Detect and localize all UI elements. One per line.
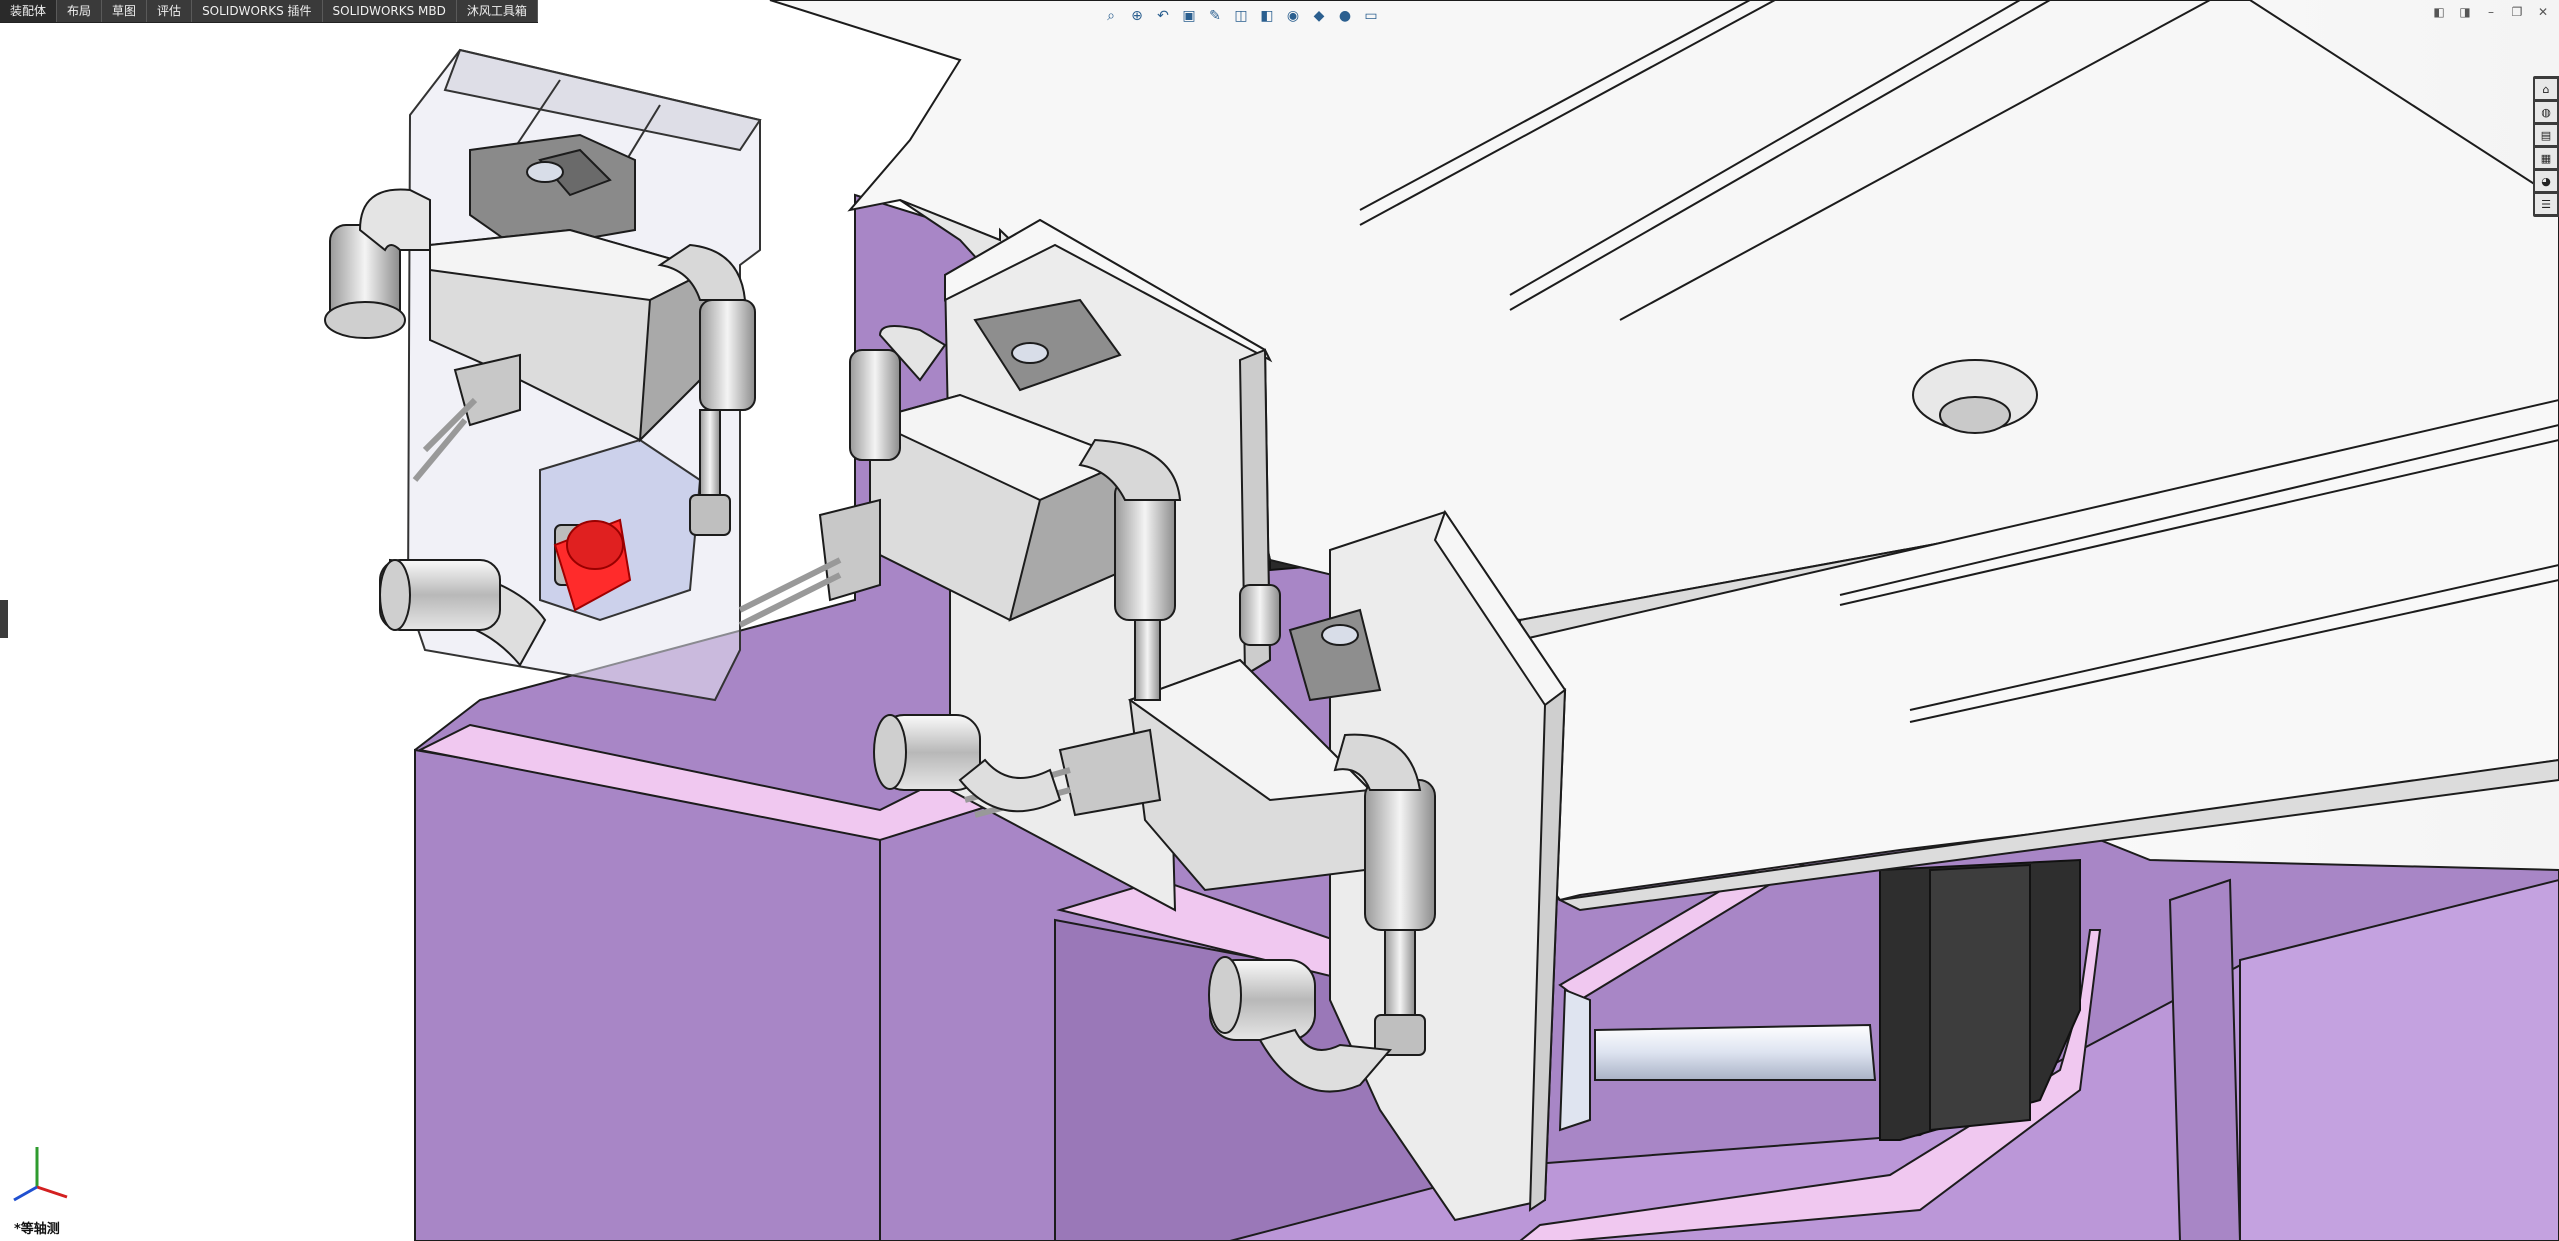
triad-axes [13,1147,68,1202]
custom-properties-icon[interactable]: ☰ [2535,194,2557,214]
restore-icon[interactable]: ❐ [2507,4,2527,20]
window-controls: ◧ ◨ – ❐ ✕ [2429,4,2553,20]
view-orientation-icon[interactable]: ◫ [1230,5,1252,27]
appearances-icon[interactable]: ◕ [2535,171,2557,191]
close-icon[interactable]: ✕ [2533,4,2553,20]
zoom-to-fit-icon[interactable]: ⌕ [1100,5,1122,27]
command-manager-tabs: 装配体 布局 草图 评估 SOLIDWORKS 插件 SOLIDWORKS MB… [0,0,538,23]
view-orientation-label: *等轴测 [14,1222,60,1237]
heads-up-view-toolbar: ⌕ ⊕ ↶ ▣ ✎ ◫ ◧ ◉ ◆ ● ▭ [1100,2,1382,30]
tile-left-icon[interactable]: ◧ [2429,4,2449,20]
tile-right-icon[interactable]: ◨ [2455,4,2475,20]
tab-assembly[interactable]: 装配体 [0,0,58,22]
tab-evaluate[interactable]: 评估 [147,0,193,22]
tab-mufeng-toolbox[interactable]: 沐风工具箱 [457,0,538,22]
edit-appearance-icon[interactable]: ◆ [1308,5,1330,27]
display-style-icon[interactable]: ◧ [1256,5,1278,27]
feature-manager-toggle[interactable] [0,600,8,638]
previous-view-icon[interactable]: ↶ [1152,5,1174,27]
task-pane-tabs: ⌂ ◍ ▤ ▦ ◕ ☰ [2533,76,2559,217]
dynamic-annotation-icon[interactable]: ✎ [1204,5,1226,27]
minimize-icon[interactable]: – [2481,4,2501,20]
apply-scene-icon[interactable]: ● [1334,5,1356,27]
view-palette-icon[interactable]: ▦ [2535,148,2557,168]
hide-show-icon[interactable]: ◉ [1282,5,1304,27]
resources-icon[interactable]: ◍ [2535,102,2557,122]
tab-solidworks-mbd[interactable]: SOLIDWORKS MBD [323,0,457,22]
graphics-viewport[interactable] [0,0,2559,1241]
tab-layout[interactable]: 布局 [57,0,103,22]
section-view-icon[interactable]: ▣ [1178,5,1200,27]
file-explorer-icon[interactable]: ▤ [2535,125,2557,145]
tab-solidworks-addins[interactable]: SOLIDWORKS 插件 [192,0,323,22]
view-settings-icon[interactable]: ▭ [1360,5,1382,27]
zoom-area-icon[interactable]: ⊕ [1126,5,1148,27]
home-icon[interactable]: ⌂ [2535,79,2557,99]
tab-sketch[interactable]: 草图 [102,0,148,22]
